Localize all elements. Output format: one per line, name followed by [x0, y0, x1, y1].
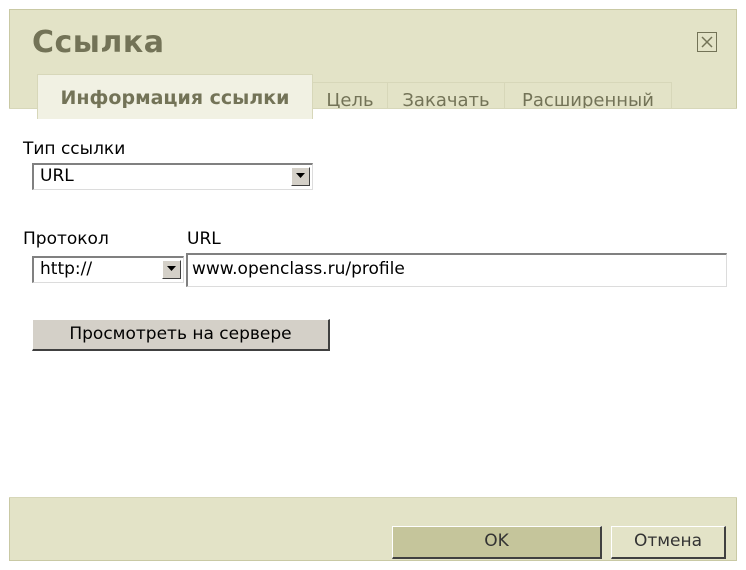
link-type-select[interactable]: URL	[32, 163, 313, 190]
link-type-dropdown-button[interactable]	[291, 167, 310, 186]
close-icon	[701, 36, 713, 48]
close-button[interactable]	[697, 32, 717, 52]
link-type-label: Тип ссылки	[23, 139, 126, 159]
cancel-button[interactable]: Отмена	[611, 526, 726, 559]
protocol-label: Протокол	[23, 229, 109, 249]
protocol-dropdown-button[interactable]	[162, 260, 181, 279]
browse-server-button[interactable]: Просмотреть на сервере	[32, 319, 330, 351]
url-label: URL	[187, 229, 221, 249]
chevron-down-icon	[167, 266, 176, 271]
ok-button[interactable]: OK	[392, 526, 602, 559]
tab-panel-link-info: Тип ссылки URL Протокол URL http:// www.…	[9, 108, 737, 498]
link-type-value: URL	[40, 166, 74, 186]
protocol-value: http://	[40, 259, 93, 279]
protocol-select[interactable]: http://	[32, 256, 184, 283]
url-input[interactable]: www.openclass.ru/profile	[186, 253, 727, 287]
dialog-title: Ссылка	[32, 25, 165, 60]
tab-link-info[interactable]: Информация ссылки	[37, 74, 313, 119]
chevron-down-icon	[296, 173, 305, 178]
